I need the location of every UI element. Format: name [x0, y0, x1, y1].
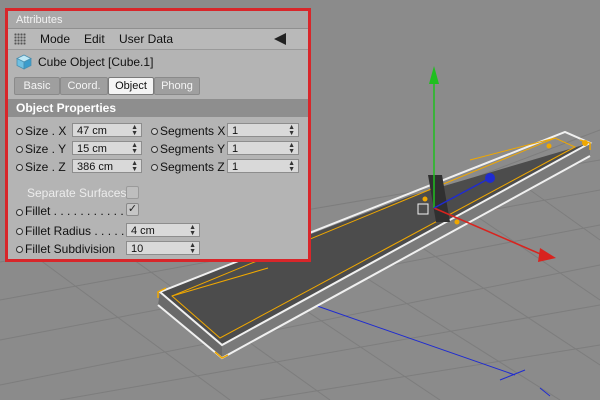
- spinner-icon[interactable]: ▲ ▼: [288, 142, 295, 155]
- size-y-value: 15 cm: [77, 143, 107, 155]
- size-y-field[interactable]: 15 cm ▲ ▼: [72, 141, 142, 155]
- cube-icon: [16, 54, 32, 70]
- fillet-subdivision-field[interactable]: 10 ▲ ▼: [126, 241, 200, 255]
- panel-title: Attributes: [8, 11, 308, 29]
- segments-y-field[interactable]: 1 ▲ ▼: [227, 141, 299, 155]
- menu-user-data[interactable]: User Data: [119, 32, 173, 46]
- spinner-icon[interactable]: ▲ ▼: [189, 242, 196, 255]
- fillet-radius-label: Fillet Radius . . . . .: [25, 224, 125, 238]
- spinner-icon[interactable]: ▲ ▼: [288, 160, 295, 173]
- animate-dot-icon[interactable]: [16, 246, 23, 253]
- menu-edit[interactable]: Edit: [84, 32, 105, 46]
- tab-phong[interactable]: Phong: [154, 77, 200, 95]
- y-axis-arrow-icon: [429, 66, 439, 84]
- animate-dot-icon[interactable]: [16, 146, 23, 153]
- segments-x-label: Segments X: [160, 124, 226, 138]
- animate-dot-icon[interactable]: [151, 128, 158, 135]
- z-axis-ball-icon: [485, 173, 495, 183]
- size-z-value: 386 cm: [77, 161, 114, 173]
- size-y-label: Size . Y: [25, 142, 67, 156]
- object-header: Cube Object [Cube.1]: [8, 52, 308, 72]
- separate-surfaces-label: Separate Surfaces: [27, 186, 127, 200]
- animate-dot-icon[interactable]: [16, 128, 23, 135]
- grip-icon[interactable]: [14, 33, 26, 45]
- spinner-icon[interactable]: ▲ ▼: [189, 224, 196, 237]
- segments-z-label: Segments Z: [160, 160, 225, 174]
- world-axis-arrow-icon: [499, 369, 551, 397]
- fillet-radius-value: 4 cm: [131, 225, 155, 237]
- separate-surfaces-checkbox[interactable]: [126, 186, 139, 199]
- size-z-label: Size . Z: [25, 160, 66, 174]
- menu-mode[interactable]: Mode: [40, 32, 70, 46]
- menu-bar: Mode Edit User Data: [8, 29, 308, 50]
- animate-dot-icon[interactable]: [16, 164, 23, 171]
- spinner-icon[interactable]: ▲ ▼: [288, 124, 295, 137]
- tab-basic[interactable]: Basic: [14, 77, 60, 95]
- segments-y-label: Segments Y: [160, 142, 226, 156]
- size-x-value: 47 cm: [77, 125, 107, 137]
- segments-x-value: 1: [232, 125, 239, 137]
- segments-y-value: 1: [232, 143, 239, 155]
- tab-object[interactable]: Object: [108, 77, 154, 95]
- fillet-radius-field[interactable]: 4 cm ▲ ▼: [126, 223, 200, 237]
- fillet-label: Fillet . . . . . . . . . . .: [25, 204, 124, 218]
- tab-coord[interactable]: Coord.: [60, 77, 108, 95]
- x-axis-arrow-icon: [538, 248, 556, 262]
- world-z-axis-line: [299, 299, 516, 376]
- animate-dot-icon[interactable]: [16, 209, 23, 216]
- animate-dot-icon[interactable]: [151, 164, 158, 171]
- spinner-icon[interactable]: ▲ ▼: [131, 124, 138, 137]
- section-object-properties: Object Properties: [8, 99, 308, 117]
- segments-z-field[interactable]: 1 ▲ ▼: [227, 159, 299, 173]
- size-x-label: Size . X: [25, 124, 67, 138]
- spinner-icon[interactable]: ▲ ▼: [131, 160, 138, 173]
- animate-dot-icon[interactable]: [151, 146, 158, 153]
- segments-x-field[interactable]: 1 ▲ ▼: [227, 123, 299, 137]
- fillet-checkbox[interactable]: ✓: [126, 203, 139, 216]
- segments-z-value: 1: [232, 161, 239, 173]
- back-arrow-icon[interactable]: [274, 33, 286, 45]
- fillet-subdivision-value: 10: [131, 243, 144, 255]
- fillet-subdivision-label: Fillet Subdivision: [25, 242, 116, 256]
- animate-dot-icon[interactable]: [16, 228, 23, 235]
- size-z-field[interactable]: 386 cm ▲ ▼: [72, 159, 142, 173]
- spinner-icon[interactable]: ▲ ▼: [131, 142, 138, 155]
- attributes-panel: Attributes Mode Edit User Data Cube Obje…: [5, 8, 311, 262]
- size-x-field[interactable]: 47 cm ▲ ▼: [72, 123, 142, 137]
- object-name: Cube Object [Cube.1]: [38, 55, 154, 69]
